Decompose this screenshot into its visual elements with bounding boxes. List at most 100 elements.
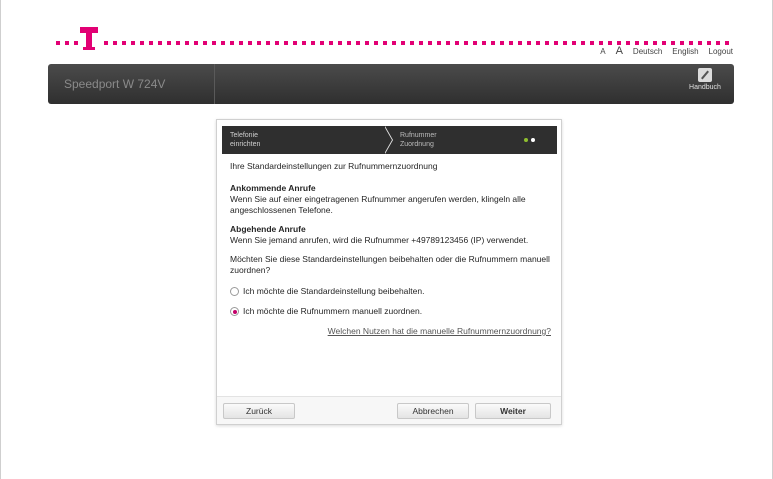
wizard-step-telefonie: Telefonie einrichten	[230, 131, 260, 149]
brand-dot	[590, 41, 594, 45]
brand-dot	[464, 41, 468, 45]
radio-button-manual[interactable]	[230, 307, 239, 316]
brand-dot	[293, 41, 297, 45]
brand-dot	[698, 41, 702, 45]
radio-button-keep[interactable]	[230, 287, 239, 296]
brand-dot	[149, 41, 153, 45]
incoming-title: Ankommende Anrufe	[230, 183, 316, 193]
brand-dot	[680, 41, 684, 45]
brand-dot	[599, 41, 603, 45]
wizard-footer: Zurück Abbrechen Weiter	[217, 396, 561, 424]
step2-line2: Zuordnung	[400, 141, 434, 148]
brand-dot	[284, 41, 288, 45]
brand-dot	[275, 41, 279, 45]
header-divider	[214, 64, 215, 104]
brand-dot	[338, 41, 342, 45]
brand-dot	[653, 41, 657, 45]
brand-dot	[608, 41, 612, 45]
brand-dot	[167, 41, 171, 45]
brand-dot	[500, 41, 504, 45]
brand-dot	[266, 41, 270, 45]
radio-manual-assign[interactable]: Ich möchte die Rufnummern manuell zuordn…	[230, 306, 555, 317]
logout-link[interactable]: Logout	[709, 47, 733, 56]
brand-dot	[527, 41, 531, 45]
device-name: Speedport W 724V	[64, 77, 166, 91]
brand-dot	[104, 41, 108, 45]
outgoing-title: Abgehende Anrufe	[230, 224, 306, 234]
brand-dot	[347, 41, 351, 45]
brand-dot	[725, 41, 729, 45]
brand-dot	[671, 41, 675, 45]
language-deutsch-link[interactable]: Deutsch	[633, 47, 662, 56]
brand-dot	[707, 41, 711, 45]
brand-dot	[410, 41, 414, 45]
progress-dot	[531, 138, 535, 142]
brand-dot	[563, 41, 567, 45]
brand-dot	[365, 41, 369, 45]
outgoing-text: Wenn Sie jemand anrufen, wird die Rufnum…	[230, 235, 529, 245]
brand-dot	[536, 41, 540, 45]
cancel-button[interactable]: Abbrechen	[397, 403, 469, 419]
brand-dot	[65, 41, 69, 45]
wizard-steps: Telefonie einrichten Rufnummer Zuordnung	[222, 126, 557, 154]
font-size-small-link[interactable]: A	[600, 47, 605, 56]
step2-line1: Rufnummer	[400, 132, 437, 139]
logo-serif	[83, 47, 95, 50]
step1-line2: einrichten	[230, 141, 261, 148]
logo-stem	[86, 27, 92, 49]
wizard-panel: Telefonie einrichten Rufnummer Zuordnung…	[216, 119, 562, 425]
header-bar: Speedport W 724V Handbuch	[48, 64, 734, 104]
brand-dot	[194, 41, 198, 45]
brand-dot	[74, 41, 78, 45]
brand-dot	[689, 41, 693, 45]
font-size-large-link[interactable]: A	[616, 45, 623, 57]
brand-dot	[140, 41, 144, 45]
telekom-t-logo	[80, 27, 98, 53]
brand-dot	[257, 41, 261, 45]
brand-dot	[617, 41, 621, 45]
brand-dot	[473, 41, 477, 45]
step1-line1: Telefonie	[230, 132, 259, 139]
back-button[interactable]: Zurück	[223, 403, 295, 419]
brand-dot	[626, 41, 630, 45]
handbuch-button[interactable]: Handbuch	[686, 68, 724, 91]
brand-dot	[518, 41, 522, 45]
step-chevron-inner	[384, 126, 392, 154]
brand-dot	[572, 41, 576, 45]
brand-dot	[635, 41, 639, 45]
brand-dot	[374, 41, 378, 45]
incoming-section: Ankommende Anrufe Wenn Sie auf einer ein…	[230, 183, 555, 216]
brand-dot	[56, 41, 60, 45]
brand-dot	[311, 41, 315, 45]
outgoing-section: Abgehende Anrufe Wenn Sie jemand anrufen…	[230, 224, 555, 246]
brand-dot	[239, 41, 243, 45]
brand-dot	[113, 41, 117, 45]
brand-dot	[581, 41, 585, 45]
next-button[interactable]: Weiter	[475, 403, 551, 419]
wrench-icon	[698, 68, 712, 82]
brand-dot	[131, 41, 135, 45]
brand-dot	[428, 41, 432, 45]
wizard-content: Ihre Standardeinstellungen zur Rufnummer…	[230, 161, 555, 337]
brand-dot	[482, 41, 486, 45]
brand-dot	[401, 41, 405, 45]
brand-dot	[545, 41, 549, 45]
brand-dot	[437, 41, 441, 45]
brand-dot	[419, 41, 423, 45]
brand-dot	[491, 41, 495, 45]
help-link[interactable]: Welchen Nutzen hat die manuelle Rufnumme…	[230, 326, 555, 337]
question-text: Möchten Sie diese Standardeinstellungen …	[230, 254, 550, 275]
wizard-step-zuordnung: Rufnummer Zuordnung	[400, 131, 437, 149]
incoming-text: Wenn Sie auf einer eingetragenen Rufnumm…	[230, 194, 526, 215]
brand-dot	[221, 41, 225, 45]
radio-keep-defaults[interactable]: Ich möchte die Standardeinstellung beibe…	[230, 286, 555, 297]
brand-dot	[176, 41, 180, 45]
brand-dot	[122, 41, 126, 45]
language-english-link[interactable]: English	[672, 47, 698, 56]
handbuch-label: Handbuch	[689, 84, 721, 91]
brand-dot	[302, 41, 306, 45]
brand-dot	[320, 41, 324, 45]
radio-manual-label: Ich möchte die Rufnummern manuell zuordn…	[243, 306, 423, 316]
brand-dot	[356, 41, 360, 45]
brand-dot	[203, 41, 207, 45]
